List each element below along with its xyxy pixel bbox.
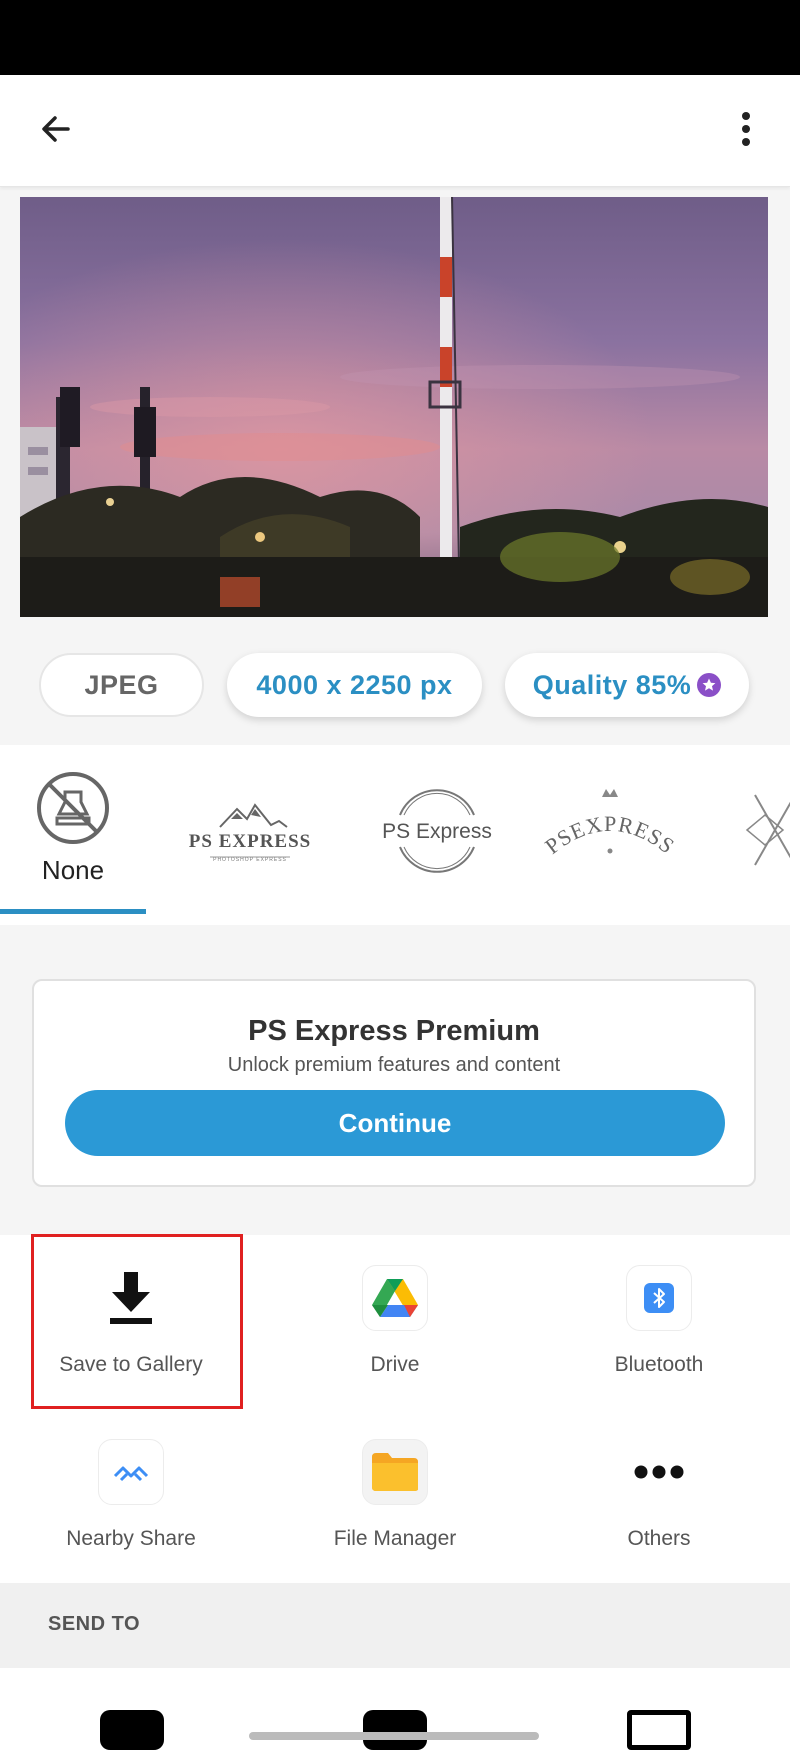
arrow-left-icon bbox=[42, 116, 70, 142]
dimensions-chip[interactable]: 4000 x 2250 px bbox=[227, 653, 482, 717]
share-label: Bluetooth bbox=[614, 1353, 704, 1376]
send-to-app-icon[interactable] bbox=[100, 1710, 164, 1750]
download-icon bbox=[98, 1265, 164, 1331]
quality-value: Quality 85% bbox=[532, 669, 692, 700]
format-value: JPEG bbox=[84, 669, 159, 700]
send-to-app-icon[interactable] bbox=[363, 1710, 427, 1750]
watermark-none[interactable]: None bbox=[0, 745, 146, 925]
edge-strip bbox=[790, 75, 800, 1752]
status-bar bbox=[0, 0, 800, 75]
folder-icon bbox=[362, 1439, 428, 1505]
send-to-label: SEND TO bbox=[48, 1613, 141, 1635]
watermark-picker: None PS EXPRESS PHOTOSHOP EXPRESS PS Exp… bbox=[0, 745, 790, 925]
format-chip[interactable]: JPEG bbox=[39, 653, 204, 717]
share-others[interactable]: Others bbox=[539, 1409, 779, 1577]
watermark-none-label: None bbox=[41, 855, 105, 885]
watermark-mountain-title: PS EXPRESS bbox=[189, 831, 311, 852]
watermark-circle-text: PS Express bbox=[382, 820, 492, 843]
premium-star-icon bbox=[697, 673, 722, 697]
watermark-mountain-subtitle: PHOTOSHOP EXPRESS bbox=[213, 857, 287, 863]
gesture-bar bbox=[249, 1732, 539, 1740]
watermark-selected-indicator bbox=[0, 909, 146, 914]
app-bar bbox=[0, 75, 790, 187]
share-drive[interactable]: Drive bbox=[275, 1235, 515, 1403]
share-label: Save to Gallery bbox=[59, 1353, 203, 1376]
premium-card: PS Express Premium Unlock premium featur… bbox=[32, 979, 756, 1187]
premium-title: PS Express Premium bbox=[248, 1015, 540, 1047]
share-file-manager[interactable]: File Manager bbox=[275, 1409, 515, 1577]
bluetooth-icon bbox=[626, 1265, 692, 1331]
share-save-to-gallery[interactable]: Save to Gallery bbox=[11, 1235, 251, 1403]
dimensions-value: 4000 x 2250 px bbox=[256, 669, 453, 700]
share-label: File Manager bbox=[333, 1527, 457, 1550]
share-label: Nearby Share bbox=[66, 1527, 196, 1550]
share-label: Drive bbox=[370, 1353, 420, 1376]
watermark-option-mountain[interactable]: PS EXPRESS PHOTOSHOP EXPRESS bbox=[175, 775, 325, 885]
send-to-app-icon[interactable] bbox=[627, 1710, 691, 1750]
share-label: Others bbox=[627, 1527, 691, 1550]
no-watermark-icon bbox=[37, 772, 109, 844]
watermark-option-circle[interactable]: PS Express bbox=[372, 775, 502, 885]
watermark-option-crossed[interactable] bbox=[745, 775, 790, 885]
quality-chip[interactable]: Quality 85% bbox=[505, 653, 749, 717]
watermark-option-arc[interactable]: PSEXPRESS bbox=[540, 775, 680, 885]
overflow-menu-button[interactable] bbox=[720, 103, 772, 155]
more-horizontal-icon bbox=[626, 1439, 692, 1505]
premium-subtitle: Unlock premium features and content bbox=[227, 1054, 561, 1076]
share-bluetooth[interactable]: Bluetooth bbox=[539, 1235, 779, 1403]
share-targets: Save to Gallery Drive Bluetooth Nearby S… bbox=[0, 1235, 790, 1583]
export-options: JPEG 4000 x 2250 px Quality 85% bbox=[0, 628, 790, 744]
nearby-share-icon bbox=[98, 1439, 164, 1505]
share-nearby-share[interactable]: Nearby Share bbox=[11, 1409, 251, 1577]
image-preview bbox=[20, 197, 768, 617]
more-vertical-icon bbox=[742, 112, 750, 146]
google-drive-icon bbox=[362, 1265, 428, 1331]
send-to-header: SEND TO bbox=[0, 1583, 790, 1668]
back-button[interactable] bbox=[30, 103, 82, 155]
continue-button[interactable]: Continue bbox=[65, 1090, 725, 1156]
